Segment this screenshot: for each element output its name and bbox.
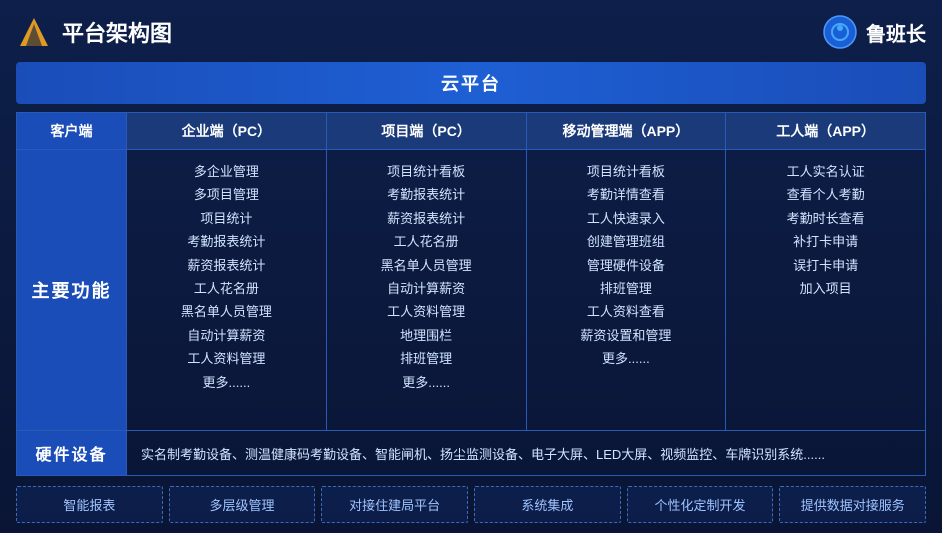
- mobile-item-2: 考勤详情查看: [535, 183, 718, 206]
- main-content-row: 主要功能 多企业管理 多项目管理 项目统计 考勤报表统计 薪资报表统计 工人花名…: [17, 150, 925, 430]
- enterprise-cell: 多企业管理 多项目管理 项目统计 考勤报表统计 薪资报表统计 工人花名册 黑名单…: [127, 150, 327, 430]
- project-item-8: 地理围栏: [335, 324, 518, 347]
- enterprise-item-2: 多项目管理: [135, 183, 318, 206]
- enterprise-item-9: 工人资料管理: [135, 347, 318, 370]
- enterprise-item-5: 薪资报表统计: [135, 254, 318, 277]
- worker-item-5: 误打卡申请: [734, 254, 917, 277]
- enterprise-item-8: 自动计算薪资: [135, 324, 318, 347]
- project-item-7: 工人资料管理: [335, 300, 518, 323]
- hardware-content: 实名制考勤设备、测温健康码考勤设备、智能闸机、扬尘监测设备、电子大屏、LED大屏…: [127, 431, 925, 475]
- project-item-5: 黑名单人员管理: [335, 254, 518, 277]
- project-item-6: 自动计算薪资: [335, 277, 518, 300]
- mobile-item-4: 创建管理班组: [535, 230, 718, 253]
- mobile-cell: 项目统计看板 考勤详情查看 工人快速录入 创建管理班组 管理硬件设备 排班管理 …: [527, 150, 727, 430]
- enterprise-item-6: 工人花名册: [135, 277, 318, 300]
- brand-name: 鲁班长: [866, 18, 926, 47]
- mobile-item-1: 项目统计看板: [535, 160, 718, 183]
- brand-logo: 鲁班长: [822, 14, 926, 50]
- feature-item-3: 对接住建局平台: [321, 486, 468, 523]
- enterprise-item-1: 多企业管理: [135, 160, 318, 183]
- hardware-label: 硬件设备: [17, 431, 127, 475]
- mobile-item-8: 薪资设置和管理: [535, 324, 718, 347]
- content-cells: 多企业管理 多项目管理 项目统计 考勤报表统计 薪资报表统计 工人花名册 黑名单…: [127, 150, 925, 430]
- worker-item-1: 工人实名认证: [734, 160, 917, 183]
- brand-icon: [822, 14, 858, 50]
- enterprise-item-7: 黑名单人员管理: [135, 300, 318, 323]
- page-title: 平台架构图: [62, 16, 172, 48]
- project-item-2: 考勤报表统计: [335, 183, 518, 206]
- cloud-platform-bar: 云平台: [16, 62, 926, 104]
- project-cell: 项目统计看板 考勤报表统计 薪资报表统计 工人花名册 黑名单人员管理 自动计算薪…: [327, 150, 527, 430]
- header-left: 平台架构图: [16, 14, 172, 50]
- worker-item-2: 查看个人考勤: [734, 183, 917, 206]
- project-item-10: 更多......: [335, 371, 518, 394]
- feature-item-1: 智能报表: [16, 486, 163, 523]
- worker-item-4: 补打卡申请: [734, 230, 917, 253]
- enterprise-item-4: 考勤报表统计: [135, 230, 318, 253]
- header: 平台架构图 鲁班长: [16, 10, 926, 54]
- enterprise-item-3: 项目统计: [135, 207, 318, 230]
- hardware-row: 硬件设备 实名制考勤设备、测温健康码考勤设备、智能闸机、扬尘监测设备、电子大屏、…: [17, 430, 925, 475]
- worker-item-6: 加入项目: [734, 277, 917, 300]
- feature-item-6: 提供数据对接服务: [779, 486, 926, 523]
- mobile-item-6: 排班管理: [535, 277, 718, 300]
- mobile-item-5: 管理硬件设备: [535, 254, 718, 277]
- mobile-item-3: 工人快速录入: [535, 207, 718, 230]
- col-header-project: 项目端（PC）: [327, 113, 527, 150]
- main-table: 客户端 企业端（PC） 项目端（PC） 移动管理端（APP） 工人端（APP） …: [16, 112, 926, 476]
- enterprise-item-10: 更多......: [135, 371, 318, 394]
- col-header-client: 客户端: [17, 113, 127, 150]
- worker-item-3: 考勤时长查看: [734, 207, 917, 230]
- project-item-3: 薪资报表统计: [335, 207, 518, 230]
- feature-item-2: 多层级管理: [169, 486, 316, 523]
- col-header-mobile: 移动管理端（APP）: [527, 113, 727, 150]
- mobile-item-9: 更多......: [535, 347, 718, 370]
- col-header-worker: 工人端（APP）: [726, 113, 925, 150]
- project-item-9: 排班管理: [335, 347, 518, 370]
- feature-item-5: 个性化定制开发: [627, 486, 774, 523]
- features-row: 智能报表 多层级管理 对接住建局平台 系统集成 个性化定制开发 提供数据对接服务: [16, 484, 926, 523]
- col-header-enterprise: 企业端（PC）: [127, 113, 327, 150]
- logo-icon: [16, 14, 52, 50]
- project-item-4: 工人花名册: [335, 230, 518, 253]
- mobile-item-7: 工人资料查看: [535, 300, 718, 323]
- worker-cell: 工人实名认证 查看个人考勤 考勤时长查看 补打卡申请 误打卡申请 加入项目: [726, 150, 925, 430]
- page-wrapper: 平台架构图 鲁班长 云平台 客户端 企业端（PC） 项目端（PC） 移动管理端（…: [0, 0, 942, 533]
- main-function-label: 主要功能: [17, 150, 127, 430]
- feature-item-4: 系统集成: [474, 486, 621, 523]
- column-headers: 客户端 企业端（PC） 项目端（PC） 移动管理端（APP） 工人端（APP）: [17, 113, 925, 150]
- project-item-1: 项目统计看板: [335, 160, 518, 183]
